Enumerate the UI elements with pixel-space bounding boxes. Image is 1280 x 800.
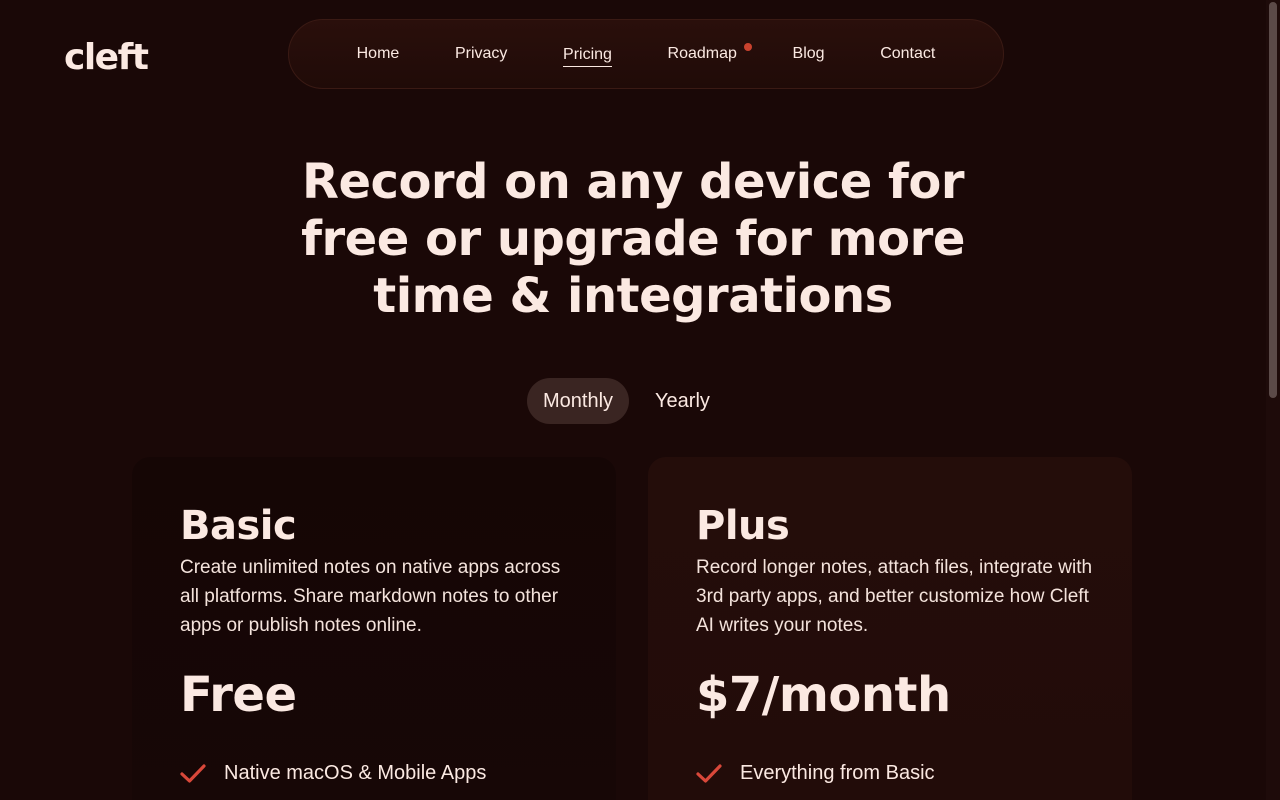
- plan-name: Plus: [696, 503, 790, 549]
- plan-card-basic: Basic Create unlimited notes on native a…: [132, 457, 616, 800]
- feature-label: Native macOS & Mobile Apps: [224, 762, 487, 784]
- feature-item: Everything from Basic: [696, 762, 935, 785]
- plan-name: Basic: [180, 503, 297, 549]
- check-icon: [696, 763, 722, 783]
- billing-toggle: Monthly Yearly: [527, 378, 726, 424]
- check-icon: [180, 763, 206, 783]
- plan-description: Create unlimited notes on native apps ac…: [180, 557, 561, 636]
- plan-description: Record longer notes, attach files, integ…: [696, 557, 1093, 636]
- hero-line-3: time & integrations: [373, 268, 893, 324]
- plan-price: Free: [180, 667, 297, 723]
- nav-item-roadmap[interactable]: Roadmap: [667, 41, 752, 67]
- nav-item-blog[interactable]: Blog: [793, 41, 825, 67]
- cleft-logo[interactable]: cleft: [64, 36, 149, 80]
- plan-price: $7/month: [696, 667, 951, 723]
- nav-item-home[interactable]: Home: [357, 41, 400, 67]
- page: cleft Home Privacy Pricing Roadmap Blog …: [0, 0, 1266, 800]
- hero-line-2: free or upgrade for more: [301, 211, 965, 267]
- nav-item-pricing[interactable]: Pricing: [563, 42, 612, 67]
- hero-line-1: Record on any device for: [301, 154, 965, 210]
- hero-heading: Record on any device for free or upgrade…: [290, 154, 976, 325]
- scrollbar[interactable]: [1266, 0, 1280, 800]
- yearly-toggle-button[interactable]: Yearly: [639, 378, 726, 424]
- scrollbar-thumb[interactable]: [1269, 2, 1277, 398]
- plan-card-plus: Plus Record longer notes, attach files, …: [648, 457, 1132, 800]
- notification-dot-icon: [743, 43, 752, 51]
- nav-item-contact[interactable]: Contact: [880, 41, 935, 67]
- feature-item: Native macOS & Mobile Apps: [180, 762, 486, 785]
- feature-label: Everything from Basic: [740, 762, 935, 784]
- main-nav: Home Privacy Pricing Roadmap Blog Contac…: [288, 19, 1004, 89]
- nav-item-roadmap-label: Roadmap: [667, 45, 737, 62]
- monthly-toggle-button[interactable]: Monthly: [527, 378, 630, 424]
- nav-item-privacy[interactable]: Privacy: [455, 41, 507, 67]
